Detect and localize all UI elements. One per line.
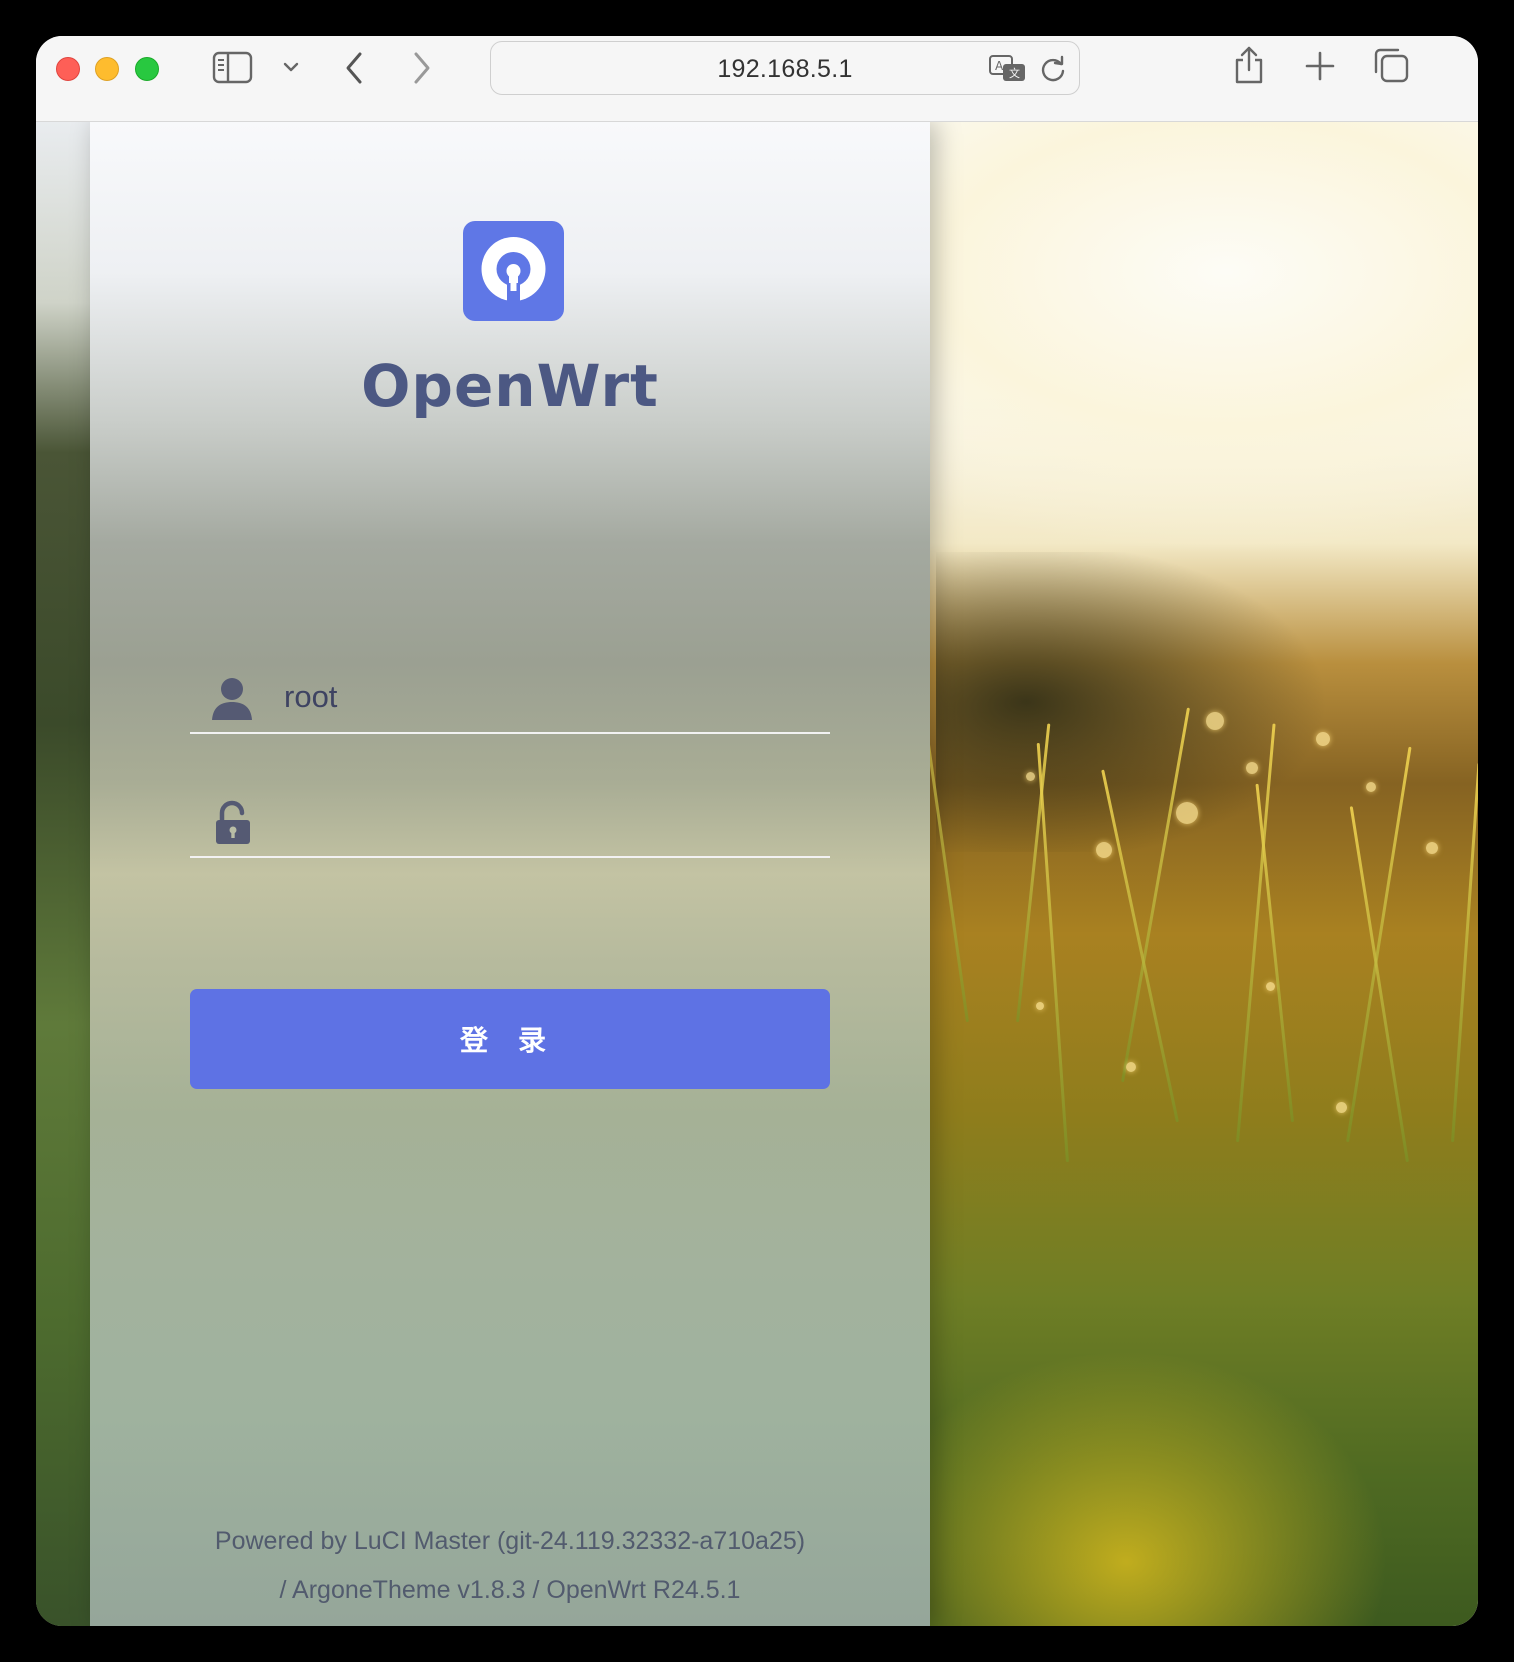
reload-icon[interactable] (1039, 54, 1067, 84)
chevron-down-icon[interactable] (282, 60, 300, 74)
footer-version-line1: Powered by LuCI Master (git-24.119.32332… (214, 1527, 806, 1555)
lock-icon (216, 800, 250, 844)
forward-icon[interactable] (410, 50, 434, 86)
user-icon (212, 678, 252, 720)
sidebar-icon[interactable] (212, 51, 254, 85)
browser-window: 192.168.5.1 A 文 OpenWrt root 登录 Powered … (36, 36, 1478, 1626)
minimize-window-button[interactable] (95, 57, 119, 81)
password-field (190, 794, 830, 858)
openwrt-logo (463, 221, 564, 321)
footer-version-line2: / ArgoneTheme v1.8.3 / OpenWrt R24.5.1 (279, 1576, 741, 1604)
brand-title: OpenWrt (361, 352, 659, 420)
close-window-button[interactable] (56, 57, 80, 81)
openwrt-logo-icon (481, 237, 546, 305)
share-icon[interactable] (1232, 44, 1266, 86)
background-photo-left (36, 122, 90, 1626)
back-icon[interactable] (342, 50, 366, 86)
address-bar[interactable]: 192.168.5.1 A 文 (490, 41, 1080, 95)
tab-overview-icon[interactable] (1372, 46, 1410, 84)
translate-icon[interactable]: A 文 (988, 54, 1028, 84)
svg-text:A: A (995, 59, 1004, 73)
svg-text:文: 文 (1009, 66, 1020, 80)
username-input[interactable] (284, 672, 814, 722)
browser-toolbar: 192.168.5.1 A 文 (36, 36, 1478, 122)
zoom-window-button[interactable] (135, 57, 159, 81)
page-content: OpenWrt 登录 Powered by LuCI Master (g (36, 122, 1478, 1626)
password-input[interactable] (284, 796, 814, 846)
plus-icon[interactable] (1304, 50, 1336, 82)
login-panel: OpenWrt 登录 Powered by LuCI Master (g (90, 122, 930, 1626)
background-photo-treeline (936, 552, 1478, 852)
login-button[interactable]: 登录 (190, 989, 830, 1089)
username-field (190, 670, 830, 734)
